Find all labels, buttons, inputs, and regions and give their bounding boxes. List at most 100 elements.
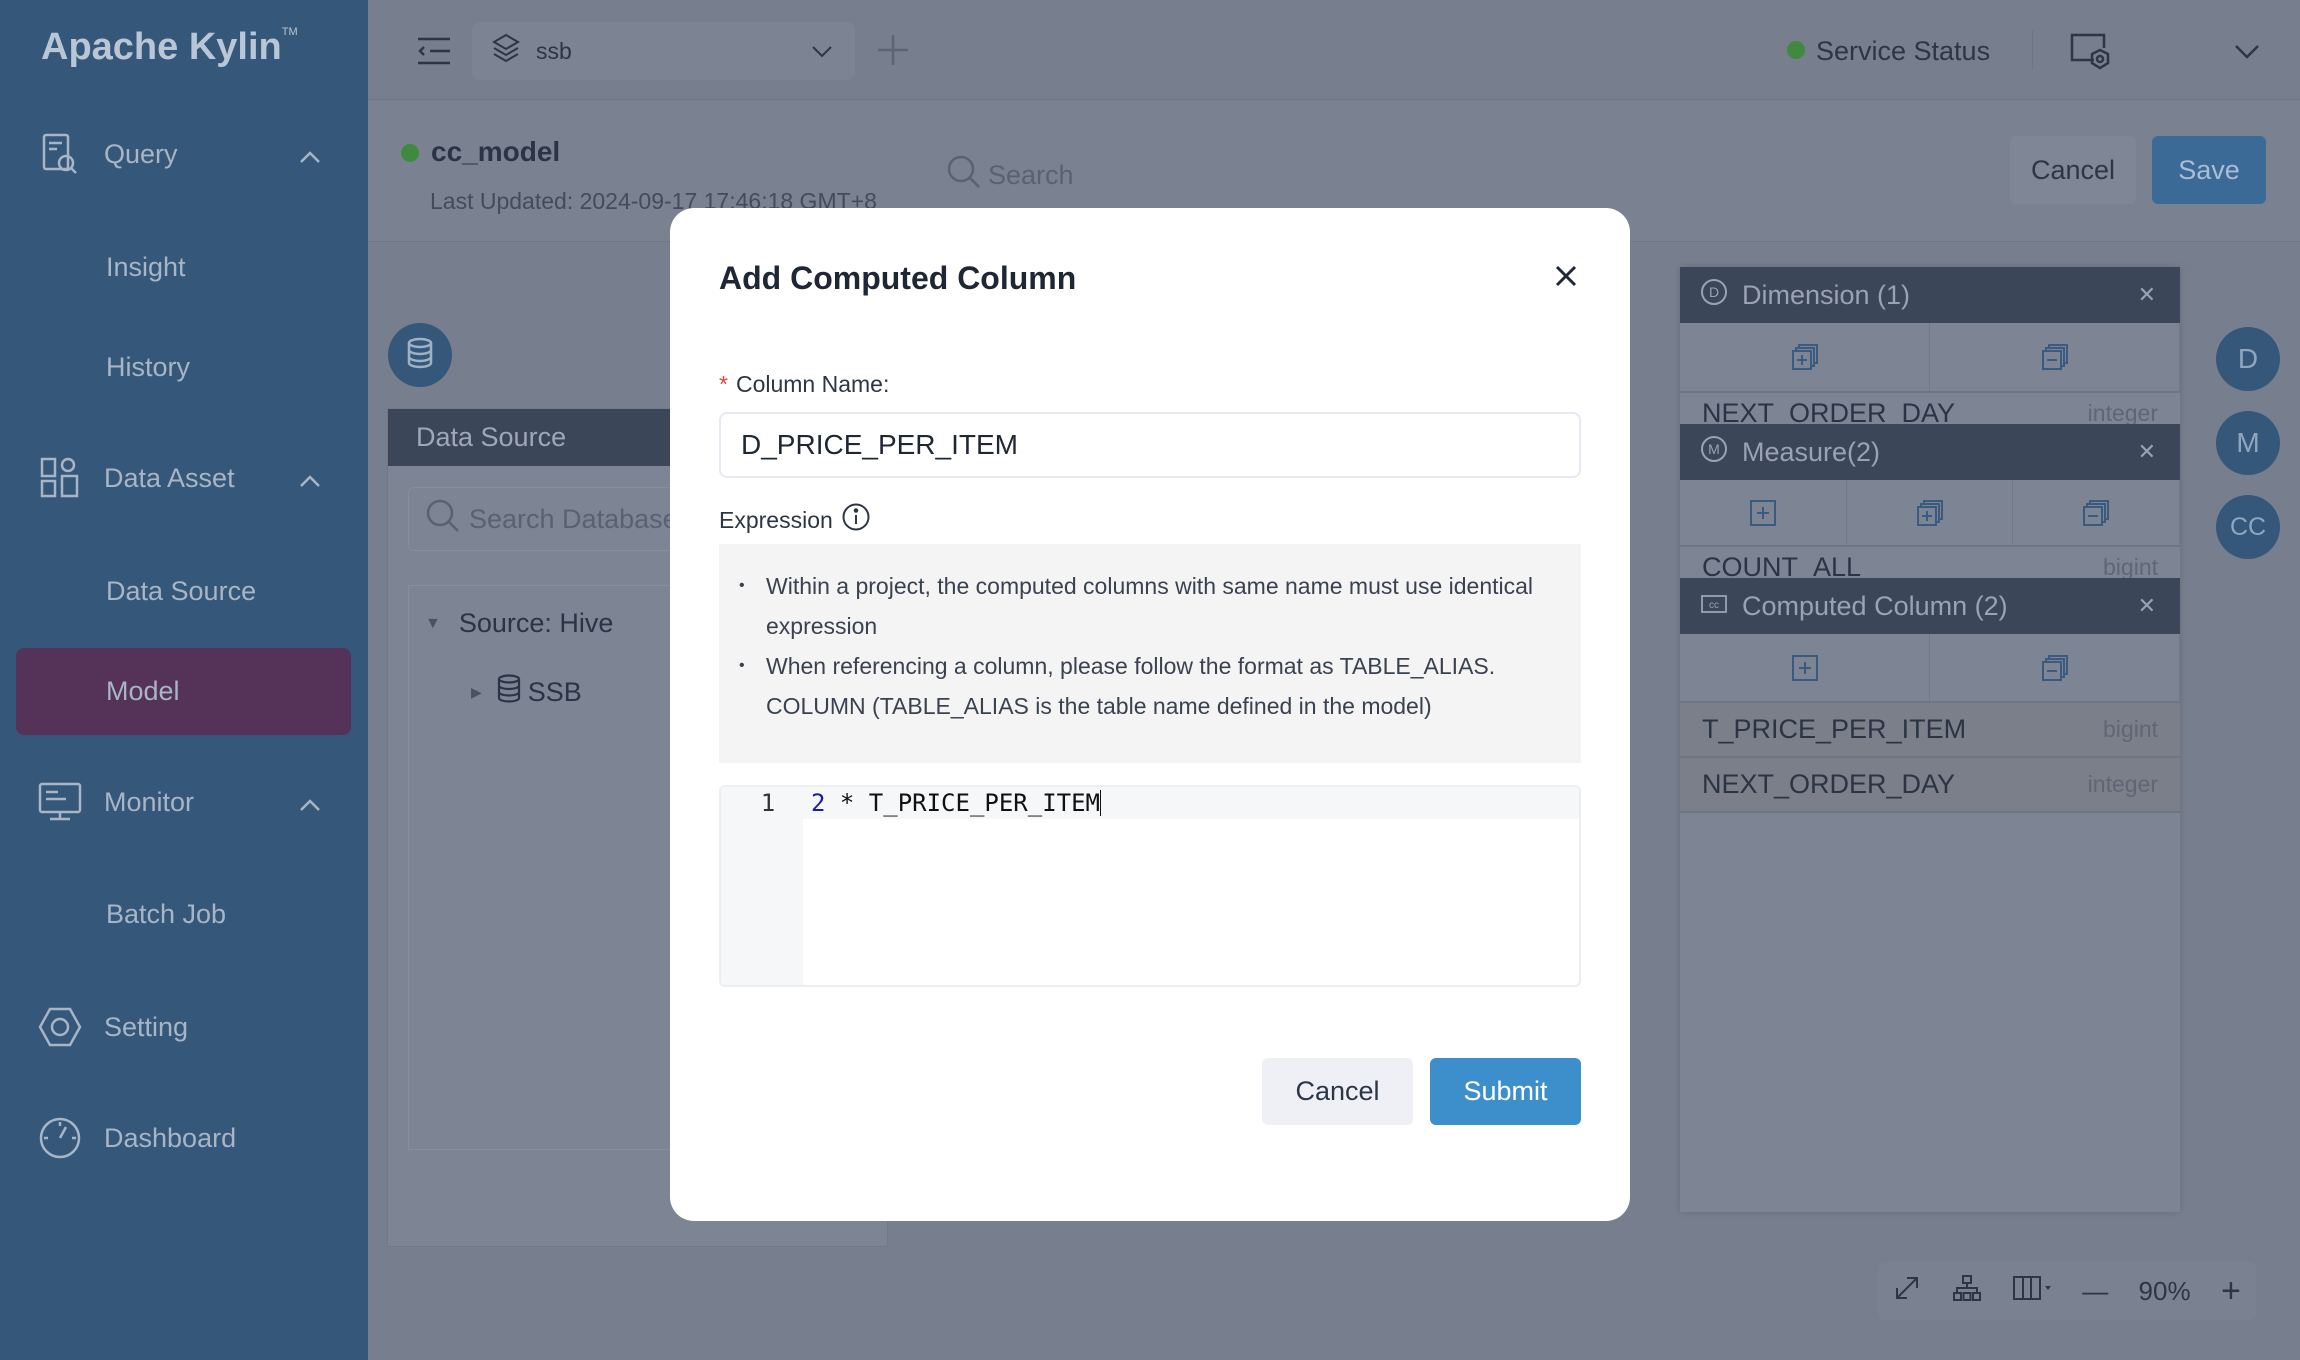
user-menu-chevron-icon[interactable] [2234, 44, 2260, 65]
sidebar-item-label: Setting [104, 1011, 189, 1042]
sidebar-item-query[interactable]: Query [0, 119, 368, 189]
dimension-header: D Dimension (1) ✕ [1680, 267, 2180, 323]
caret-right-icon: ▶ [471, 684, 482, 700]
canvas-toolbar: — 90% + [1878, 1262, 2256, 1320]
computed-column-shortcut-button[interactable]: CC [2216, 495, 2280, 559]
chevron-down-icon [811, 38, 833, 65]
zoom-in-icon[interactable]: + [2221, 1272, 2241, 1311]
measure-shortcut-button[interactable]: M [2216, 411, 2280, 475]
tip-item: • When referencing a column, please follo… [739, 653, 1496, 719]
tree-node-label: Source: Hive [458, 608, 614, 638]
svg-text:cc: cc [1709, 600, 1719, 611]
expression-label: Expression [719, 502, 871, 538]
database-icon [496, 674, 522, 711]
tree-node-source[interactable]: ▼ Source: Hive [425, 608, 613, 639]
text-cursor [1100, 790, 1101, 816]
model-search[interactable]: Search [946, 154, 1074, 197]
sidebar-item-data-asset[interactable]: Data Asset [0, 443, 368, 513]
sidebar-item-setting[interactable]: Setting [0, 992, 368, 1062]
sidebar-item-label: Monitor [104, 786, 195, 817]
measure-icon: M [1700, 435, 1728, 470]
query-icon [38, 133, 82, 175]
svg-text:D: D [1709, 284, 1719, 300]
caret-down-icon: ▼ [425, 614, 441, 632]
search-icon [425, 498, 461, 541]
logo[interactable]: Apache KylinTM [41, 26, 298, 69]
expression-tips: • Within a project, the computed columns … [719, 544, 1581, 763]
column-name-label: * Column Name: [719, 371, 890, 397]
zoom-out-icon[interactable]: — [2082, 1276, 2108, 1307]
layers-icon [492, 33, 520, 69]
service-status-dot [1787, 41, 1805, 59]
chevron-up-icon [298, 465, 322, 496]
sidebar-item-monitor[interactable]: Monitor [0, 767, 368, 837]
model-name: cc_model [431, 136, 561, 167]
project-name: ssb [536, 37, 572, 64]
sidebar-active-highlight [16, 648, 351, 735]
model-status-dot [401, 144, 419, 162]
close-icon[interactable]: ✕ [2138, 282, 2156, 308]
service-status[interactable]: Service Status [1816, 36, 1990, 67]
tip-item: • Within a project, the computed columns … [739, 573, 1534, 639]
dimension-shortcut-button[interactable]: D [2216, 327, 2280, 391]
auto-layout-icon[interactable] [1952, 1274, 1982, 1309]
layout-columns-icon[interactable] [2012, 1274, 2052, 1309]
batch-remove-icon[interactable] [2013, 480, 2181, 545]
data-asset-icon [38, 457, 82, 499]
sidebar-item-data-source[interactable]: Data Source [106, 576, 256, 607]
list-item[interactable]: NEXT_ORDER_DAY integer [1680, 758, 2180, 813]
column-name-input[interactable]: D_PRICE_PER_ITEM [719, 412, 1581, 478]
dashboard-icon [38, 1117, 82, 1159]
list-item[interactable]: COUNT_ALL bigint [1680, 547, 2180, 578]
setting-icon [38, 1007, 82, 1047]
sidebar-item-history[interactable]: History [106, 352, 190, 383]
sidebar-item-label: Dashboard [104, 1122, 237, 1153]
model-fields-panel: D Dimension (1) ✕ NEXT_ORDER_DAY integer M… [1680, 267, 2181, 1212]
close-icon[interactable] [1554, 264, 1578, 293]
line-numbers: 1 [721, 787, 803, 985]
sidebar: Apache KylinTM Query Insight History Dat… [0, 0, 368, 1360]
sidebar-item-insight[interactable]: Insight [106, 252, 186, 283]
sidebar-item-batch-job[interactable]: Batch Job [106, 899, 226, 930]
sidebar-item-dashboard[interactable]: Dashboard [0, 1103, 368, 1173]
section-title: Computed Column (2) [1742, 590, 2008, 621]
menu-collapse-icon[interactable] [416, 36, 452, 71]
computed-column-header: cc Computed Column (2) ✕ [1680, 578, 2180, 634]
list-item[interactable]: T_PRICE_PER_ITEM bigint [1680, 703, 2180, 758]
close-icon[interactable]: ✕ [2138, 593, 2156, 619]
submit-button[interactable]: Submit [1430, 1058, 1581, 1125]
batch-remove-icon[interactable] [1930, 323, 2180, 391]
datasource-toggle-button[interactable] [388, 323, 452, 387]
info-icon[interactable] [841, 502, 871, 538]
cancel-button[interactable]: Cancel [2010, 136, 2136, 204]
chevron-up-icon [298, 789, 322, 820]
add-icon[interactable] [1680, 480, 1847, 545]
tree-node-ssb[interactable]: ▶ SSB [471, 674, 582, 711]
batch-add-icon[interactable] [1847, 480, 2014, 545]
list-item[interactable]: NEXT_ORDER_DAY integer [1680, 393, 2180, 424]
sidebar-item-model[interactable]: Model [106, 676, 180, 707]
batch-remove-icon[interactable] [1930, 634, 2180, 701]
search-icon [946, 154, 982, 197]
dialog-cancel-button[interactable]: Cancel [1262, 1058, 1413, 1125]
save-button[interactable]: Save [2152, 136, 2266, 204]
close-icon[interactable]: ✕ [2138, 439, 2156, 465]
search-placeholder: Search [988, 160, 1074, 190]
add-icon[interactable] [1680, 634, 1930, 701]
system-settings-icon[interactable] [2068, 32, 2112, 75]
divider [2032, 30, 2033, 70]
sidebar-item-label: Data Asset [104, 462, 235, 493]
dialog-title: Add Computed Column [719, 260, 1077, 296]
chevron-up-icon [298, 141, 322, 172]
fullscreen-icon[interactable] [1893, 1274, 1921, 1309]
section-title: Dimension (1) [1742, 279, 1911, 310]
add-project-icon[interactable] [877, 34, 909, 71]
code-line: 2 * T_PRICE_PER_ITEM [803, 787, 1579, 819]
measure-header: M Measure(2) ✕ [1680, 424, 2180, 480]
expression-editor[interactable]: 1 2 * T_PRICE_PER_ITEM [719, 785, 1581, 987]
zoom-level: 90% [2138, 1275, 2191, 1306]
project-selector[interactable]: ssb [472, 22, 855, 80]
batch-add-icon[interactable] [1680, 323, 1930, 391]
database-icon [406, 337, 434, 374]
svg-text:M: M [1708, 441, 1720, 457]
